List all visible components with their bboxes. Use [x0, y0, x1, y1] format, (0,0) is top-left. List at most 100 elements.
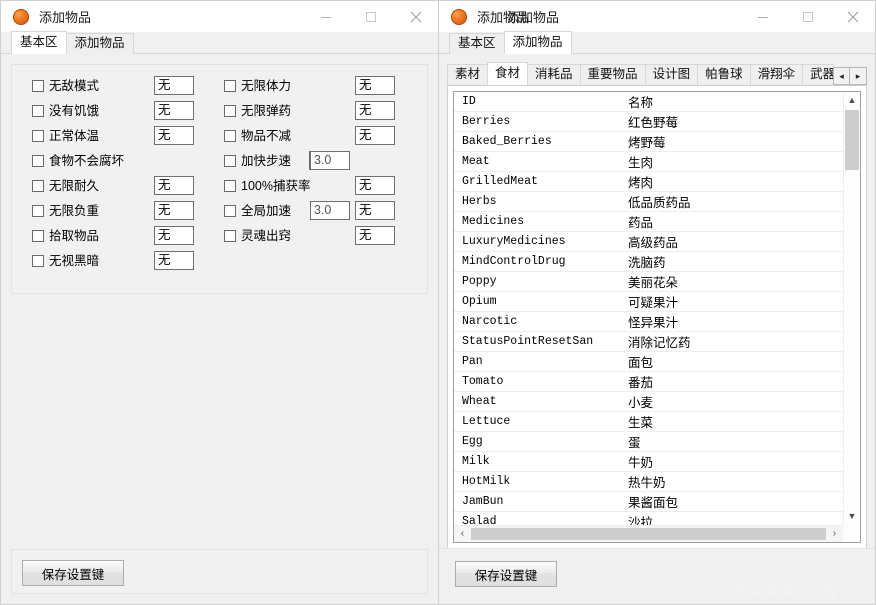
value-field-infinite-stamina[interactable]: 无 — [355, 76, 395, 95]
value-field-soul-out-of-body[interactable]: 无 — [355, 226, 395, 245]
checkbox-soul-out-of-body[interactable] — [224, 230, 236, 242]
option-row-pickup-item[interactable]: 拾取物品 — [32, 227, 99, 245]
table-row[interactable]: GrilledMeat烤肉 — [454, 172, 843, 192]
checkbox-infinite-ammo[interactable] — [224, 105, 236, 117]
table-row[interactable]: Wheat小麦 — [454, 392, 843, 412]
option-row-no-hunger[interactable]: 没有饥饿 — [32, 102, 99, 120]
option-row-infinite-weight[interactable]: 无限负重 — [32, 202, 99, 220]
scroll-right-icon[interactable]: › — [826, 526, 843, 542]
table-row[interactable]: Poppy美丽花朵 — [454, 272, 843, 292]
checkbox-infinite-durability[interactable] — [32, 180, 44, 192]
tab-glider[interactable]: 滑翔伞 — [750, 64, 804, 85]
option-row-normal-temp[interactable]: 正常体温 — [32, 127, 99, 145]
vertical-scrollbar[interactable]: ▲ ▼ — [843, 92, 860, 525]
save-settings-button-right[interactable]: 保存设置键 — [455, 561, 557, 587]
option-row-capture-rate[interactable]: 100%捕获率 — [224, 177, 310, 195]
tab-scroll-right-icon[interactable]: ▸ — [850, 67, 867, 85]
value-field-faster-walk-speed[interactable]: 3.0 — [310, 151, 350, 170]
tab-pal-sphere[interactable]: 帕鲁球 — [697, 64, 751, 85]
checkbox-infinite-weight[interactable] — [32, 205, 44, 217]
checkbox-global-speed[interactable] — [224, 205, 236, 217]
checkbox-items-no-decrease[interactable] — [224, 130, 236, 142]
option-row-infinite-stamina[interactable]: 无限体力 — [224, 77, 291, 95]
table-row[interactable]: Opium可疑果汁 — [454, 292, 843, 312]
option-row-infinite-durability[interactable]: 无限耐久 — [32, 177, 99, 195]
checkbox-food-no-spoil[interactable] — [32, 155, 44, 167]
checkbox-invincible[interactable] — [32, 80, 44, 92]
right-titlebar[interactable]: 添加物品 添加物品 — [439, 1, 875, 32]
table-row[interactable]: Herbs低品质药品 — [454, 192, 843, 212]
table-row[interactable]: Milk牛奶 — [454, 452, 843, 472]
tab-basic-area[interactable]: 基本区 — [449, 33, 505, 54]
maximize-icon[interactable] — [785, 1, 830, 32]
vertical-scroll-thumb[interactable] — [845, 110, 859, 170]
table-row[interactable]: Pan面包 — [454, 352, 843, 372]
horizontal-scroll-thumb[interactable] — [471, 528, 826, 540]
table-row[interactable]: Lettuce生菜 — [454, 412, 843, 432]
table-row[interactable]: MindControlDrug洗脑药 — [454, 252, 843, 272]
tab-basic-area[interactable]: 基本区 — [11, 31, 67, 54]
table-row[interactable]: StatusPointResetSan消除记忆药 — [454, 332, 843, 352]
table-row[interactable]: Egg蛋 — [454, 432, 843, 452]
option-row-soul-out-of-body[interactable]: 灵魂出窍 — [224, 227, 291, 245]
maximize-icon[interactable] — [348, 1, 393, 32]
minimize-icon[interactable] — [303, 1, 348, 32]
option-row-food-no-spoil[interactable]: 食物不会腐坏 — [32, 152, 124, 170]
option-row-invincible[interactable]: 无敌模式 — [32, 77, 99, 95]
scroll-up-icon[interactable]: ▲ — [844, 92, 860, 109]
table-row[interactable]: Baked_Berries烤野莓 — [454, 132, 843, 152]
scroll-down-icon[interactable]: ▼ — [844, 508, 860, 525]
checkbox-normal-temp[interactable] — [32, 130, 44, 142]
tab-scroll-left-icon[interactable]: ◂ — [833, 67, 850, 85]
tab-add-item[interactable]: 添加物品 — [504, 31, 572, 54]
item-list[interactable]: ID 名称 Berries红色野莓 Baked_Berries烤野莓 Meat生… — [453, 91, 861, 543]
option-row-items-no-decrease[interactable]: 物品不减 — [224, 127, 291, 145]
checkbox-no-hunger[interactable] — [32, 105, 44, 117]
tab-add-item[interactable]: 添加物品 — [66, 33, 134, 54]
value-field-ignore-darkness[interactable]: 无 — [154, 251, 194, 270]
left-window-body: 无敌模式 无 没有饥饿 无 正常体温 无 食物不会腐坏 无 — [1, 54, 438, 604]
table-row[interactable]: Tomato番茄 — [454, 372, 843, 392]
tab-consumable[interactable]: 消耗品 — [527, 64, 581, 85]
checkbox-infinite-stamina[interactable] — [224, 80, 236, 92]
option-row-faster-walk[interactable]: 加快步速 — [224, 152, 291, 170]
tab-blueprint[interactable]: 设计图 — [645, 64, 699, 85]
horizontal-scrollbar[interactable]: ‹ › — [454, 525, 860, 542]
scroll-left-icon[interactable]: ‹ — [454, 526, 471, 542]
table-row[interactable]: LuxuryMedicines高级药品 — [454, 232, 843, 252]
tab-important-item[interactable]: 重要物品 — [580, 64, 646, 85]
value-field-infinite-ammo[interactable]: 无 — [355, 101, 395, 120]
checkbox-pickup-item[interactable] — [32, 230, 44, 242]
value-field-global-speed-multiplier[interactable]: 3.0 — [310, 201, 350, 220]
close-icon[interactable] — [393, 1, 438, 32]
table-row[interactable]: HotMilk热牛奶 — [454, 472, 843, 492]
table-row[interactable]: Medicines药品 — [454, 212, 843, 232]
minimize-icon[interactable] — [740, 1, 785, 32]
save-settings-button-left[interactable]: 保存设置键 — [22, 560, 124, 586]
tab-weapon[interactable]: 武器 — [802, 64, 834, 85]
table-row[interactable]: Meat生肉 — [454, 152, 843, 172]
option-row-global-speed[interactable]: 全局加速 — [224, 202, 291, 220]
close-icon[interactable] — [830, 1, 875, 32]
value-field-global-speed[interactable]: 无 — [355, 201, 395, 220]
option-row-infinite-ammo[interactable]: 无限弹药 — [224, 102, 291, 120]
table-row[interactable]: Berries红色野莓 — [454, 112, 843, 132]
left-titlebar[interactable]: 添加物品 — [1, 1, 438, 32]
table-row[interactable]: Narcotic怪异果汁 — [454, 312, 843, 332]
checkbox-ignore-darkness[interactable] — [32, 255, 44, 267]
option-row-ignore-darkness[interactable]: 无视黑暗 — [32, 252, 99, 270]
value-field-items-no-decrease[interactable]: 无 — [355, 126, 395, 145]
value-field-normal-temp[interactable]: 无 — [154, 126, 194, 145]
table-row[interactable]: Salad沙拉 — [454, 512, 843, 525]
checkbox-faster-walk[interactable] — [224, 155, 236, 167]
tab-material[interactable]: 素材 — [447, 64, 488, 85]
checkbox-capture-rate[interactable] — [224, 180, 236, 192]
table-row[interactable]: JamBun果酱面包 — [454, 492, 843, 512]
value-field-infinite-weight[interactable]: 无 — [154, 201, 194, 220]
tab-food[interactable]: 食材 — [487, 62, 528, 85]
value-field-no-hunger[interactable]: 无 — [154, 101, 194, 120]
value-field-capture-rate[interactable]: 无 — [355, 176, 395, 195]
value-field-infinite-durability[interactable]: 无 — [154, 176, 194, 195]
value-field-pickup-item[interactable]: 无 — [154, 226, 194, 245]
value-field-invincible[interactable]: 无 — [154, 76, 194, 95]
